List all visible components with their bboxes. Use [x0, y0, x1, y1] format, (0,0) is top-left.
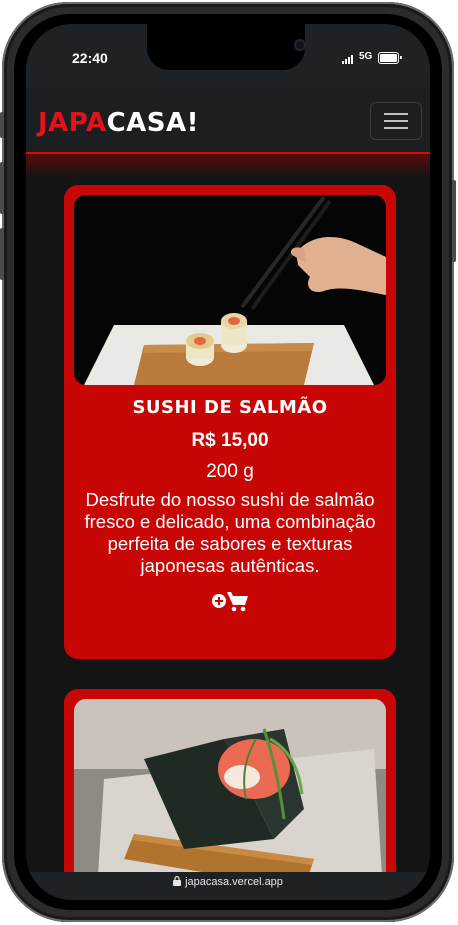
brand-part-1: JAPA [38, 108, 107, 138]
network-type: 5G [359, 51, 373, 62]
notch [147, 24, 306, 70]
temaki-photo [74, 699, 386, 900]
status-time: 22:40 [72, 50, 108, 66]
battery-icon [378, 52, 402, 64]
product-card: SUSHI DE SALMÃO R$ 15,00 200 g Desfrute … [64, 185, 396, 659]
hamburger-icon [384, 113, 408, 115]
volume-up-button [0, 162, 4, 214]
product-description: Desfrute do nosso sushi de salmão fresco… [84, 489, 376, 576]
product-card [64, 689, 396, 900]
product-image [74, 195, 386, 385]
menu-toggle-button[interactable] [370, 102, 422, 140]
product-weight: 200 g [206, 461, 254, 482]
product-title: SUSHI DE SALMÃO [132, 397, 328, 418]
phone-frame: 22:40 5G JAPACASA! SUSHI DE SALMÃO R$ 15… [0, 2, 456, 922]
brand-part-2: CASA! [106, 108, 200, 138]
screen: 22:40 5G JAPACASA! SUSHI DE SALMÃO R$ 15… [26, 24, 430, 900]
brand-logo[interactable]: JAPACASA! [38, 108, 199, 138]
mute-switch [0, 112, 4, 138]
signal-icon [342, 54, 356, 64]
navbar: JAPACASA! [26, 88, 430, 154]
lock-icon [173, 876, 182, 886]
phone-bezel: 22:40 5G JAPACASA! SUSHI DE SALMÃO R$ 15… [14, 14, 442, 910]
add-to-cart-icon [212, 592, 248, 612]
status-bar: 22:40 5G [26, 24, 430, 88]
product-image [74, 699, 386, 900]
browser-url-bar[interactable]: japacasa.vercel.app [26, 872, 430, 900]
product-price: R$ 15,00 [191, 430, 269, 451]
sushi-salmon-photo [74, 195, 386, 385]
url-text: japacasa.vercel.app [185, 876, 283, 888]
volume-down-button [0, 228, 4, 280]
power-button [452, 180, 456, 262]
navbar-glow [26, 154, 430, 176]
add-to-cart-button[interactable] [211, 589, 251, 613]
front-camera [294, 39, 306, 51]
